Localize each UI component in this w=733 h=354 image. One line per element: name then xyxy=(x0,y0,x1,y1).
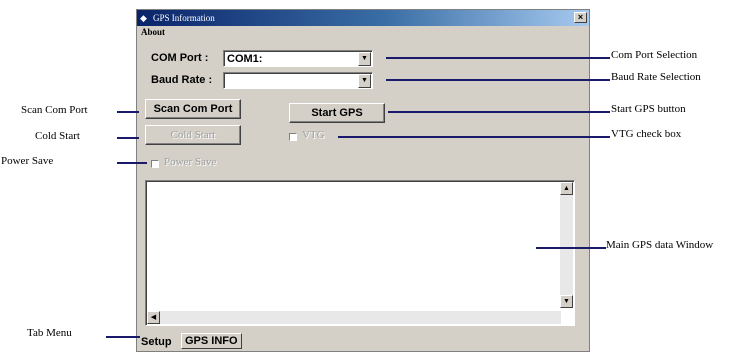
vtg-label: VTG xyxy=(302,129,325,141)
vtg-checkbox[interactable] xyxy=(289,133,297,141)
chevron-down-icon[interactable]: ▼ xyxy=(358,74,371,88)
menu-bar: About xyxy=(137,26,589,40)
com-port-selection-annotation: Com Port Selection xyxy=(611,49,698,61)
scan-com-port-button[interactable]: Scan Com Port xyxy=(145,99,241,119)
com-port-label: COM Port : xyxy=(151,52,209,64)
cold-start-button[interactable]: Cold Start xyxy=(145,125,241,145)
scan-com-port-annotation: Scan Com Port xyxy=(21,104,88,116)
tab-menu-annotation: Tab Menu xyxy=(27,327,72,339)
vertical-scrollbar[interactable]: ▲ ▼ xyxy=(560,182,573,308)
main-window-callout-line xyxy=(536,247,606,249)
main-window-annotation: Main GPS data Window xyxy=(606,239,714,251)
tab-gps-info[interactable]: GPS INFO xyxy=(181,333,242,349)
power-save-checkbox[interactable] xyxy=(151,160,159,168)
scroll-down-icon[interactable]: ▼ xyxy=(560,295,573,308)
start-gps-callout-line xyxy=(388,111,610,113)
scroll-up-icon[interactable]: ▲ xyxy=(560,182,573,195)
cold-start-callout-line xyxy=(117,137,139,139)
start-gps-annotation: Start GPS button xyxy=(611,103,686,115)
com-port-callout-line xyxy=(386,57,610,59)
power-save-annotation: Power Save xyxy=(1,155,54,167)
baud-rate-label: Baud Rate : xyxy=(151,74,213,86)
start-gps-button[interactable]: Start GPS xyxy=(289,103,385,123)
vtg-checkbox-annotation: VTG check box xyxy=(611,128,682,140)
cold-start-annotation: Cold Start xyxy=(35,130,80,142)
window-title: GPS Information xyxy=(153,13,215,23)
power-save-label: Power Save xyxy=(164,156,217,168)
power-save-callout-line xyxy=(117,162,147,164)
com-port-value: COM1: xyxy=(227,53,263,65)
baud-rate-selection-annotation: Baud Rate Selection xyxy=(611,71,701,83)
chevron-down-icon[interactable]: ▼ xyxy=(358,52,371,66)
gps-app-icon: ◆ xyxy=(140,13,147,23)
com-port-select[interactable]: COM1: ▼ xyxy=(223,50,373,67)
scan-callout-line xyxy=(117,111,139,113)
horizontal-scrollbar[interactable]: ◀ xyxy=(147,311,561,324)
menu-about[interactable]: About xyxy=(141,27,165,37)
tab-setup[interactable]: Setup xyxy=(141,336,172,348)
gps-information-window: ◆ GPS Information × About COM Port : COM… xyxy=(136,9,590,352)
gps-data-textarea[interactable]: ▲ ▼ ◀ xyxy=(145,180,575,326)
tab-menu-callout-line xyxy=(106,336,140,338)
scroll-left-icon[interactable]: ◀ xyxy=(147,311,160,324)
baud-rate-select[interactable]: ▼ xyxy=(223,72,373,89)
close-button[interactable]: × xyxy=(574,12,587,23)
baud-rate-callout-line xyxy=(386,79,610,81)
title-bar[interactable]: ◆ GPS Information × xyxy=(137,10,589,26)
vtg-callout-line xyxy=(338,136,610,138)
